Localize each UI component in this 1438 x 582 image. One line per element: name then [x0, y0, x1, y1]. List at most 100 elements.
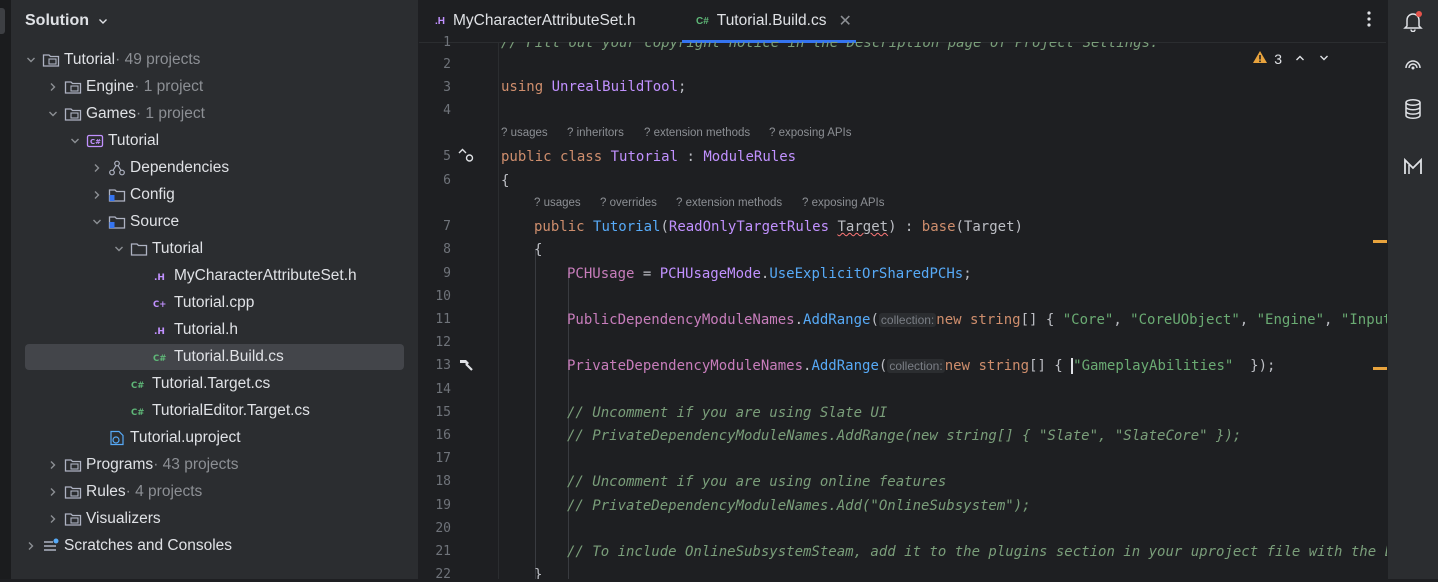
- line-number: 20: [435, 521, 451, 536]
- tab-label: Tutorial.Build.cs: [716, 12, 827, 29]
- tree-item-tutorial-h[interactable]: .H Tutorial.h: [11, 317, 418, 343]
- scratches-icon: [42, 537, 60, 555]
- indent-guide: [535, 250, 536, 579]
- chevron-right-icon[interactable]: [45, 79, 61, 95]
- tree-item-mycharacterattributeset-h[interactable]: .H MyCharacterAttributeSet.h: [11, 263, 418, 289]
- svg-text:.H: .H: [154, 327, 165, 337]
- code-vision-extension-methods[interactable]: ? extension methods: [644, 127, 750, 139]
- tree-item-label: Engine: [86, 78, 135, 95]
- tree-item-tutorial-cpp[interactable]: C+ Tutorial.cpp: [11, 290, 418, 316]
- line-gutter: 1 2 3 4 5 6 7 8 9 10 11 12 13 14 15 16 1…: [419, 35, 497, 582]
- tree-item-count: · 49 projects: [115, 51, 201, 68]
- tree-item-count: · 1 project: [135, 105, 205, 122]
- tool-strip-marker: [0, 8, 5, 34]
- solution-dropdown[interactable]: Solution: [11, 0, 418, 42]
- tab-tutorial-build-cs[interactable]: C# Tutorial.Build.cs ✕: [682, 0, 856, 43]
- solution-icon: [42, 51, 60, 69]
- implementations-gutter-icon[interactable]: [457, 146, 475, 169]
- tree-item-label: Tutorial: [64, 51, 116, 68]
- chevron-right-icon[interactable]: [45, 457, 61, 473]
- tree-item-tutorialeditor-target-cs[interactable]: C# TutorialEditor.Target.cs: [11, 398, 418, 424]
- csharp-project-icon: C#: [86, 132, 104, 150]
- code-vision-extension-methods[interactable]: ? extension methods: [676, 197, 782, 209]
- chevron-right-icon[interactable]: [23, 538, 39, 554]
- tree-item-label: Scratches and Consoles: [64, 537, 233, 554]
- tree-item-tutorial-build-cs[interactable]: C# Tutorial.Build.cs: [25, 344, 404, 370]
- line-number: 17: [435, 451, 451, 466]
- code-vision-overrides[interactable]: ? overrides: [600, 197, 657, 209]
- tree-item-source[interactable]: Source: [11, 209, 418, 235]
- chevron-down-icon[interactable]: [89, 214, 105, 230]
- warning-stripe-marker[interactable]: [1373, 240, 1387, 243]
- tree-item-tutorial-folder[interactable]: Tutorial: [11, 236, 418, 262]
- hammer-icon[interactable]: [457, 356, 475, 379]
- tree-item-tutorial-solution[interactable]: Tutorial · 49 projects: [11, 47, 418, 73]
- code-line-6: {: [501, 173, 510, 189]
- tree-item-dependencies[interactable]: Dependencies: [11, 155, 418, 181]
- code-vision-exposing-apis[interactable]: ? exposing APIs: [769, 127, 851, 139]
- tree-item-label: Games: [86, 105, 136, 122]
- tree-item-engine[interactable]: Engine · 1 project: [11, 74, 418, 100]
- warning-stripe-marker[interactable]: [1373, 367, 1387, 370]
- database-icon[interactable]: [1400, 96, 1426, 122]
- tree-item-config[interactable]: Config: [11, 182, 418, 208]
- tab-mycharacterattributeset-h[interactable]: .H MyCharacterAttributeSet.h: [435, 0, 636, 42]
- tree-item-tutorial-uproject[interactable]: Tutorial.uproject: [11, 425, 418, 451]
- code-line-8: {: [534, 242, 543, 258]
- tree-item-scratches-and-consoles[interactable]: Scratches and Consoles: [11, 533, 418, 559]
- chevron-down-icon[interactable]: [23, 52, 39, 68]
- line-number: 4: [443, 103, 451, 118]
- tree-item-label: Source: [130, 213, 180, 230]
- svg-text:C#: C#: [153, 354, 166, 364]
- code-vision-exposing-apis[interactable]: ? exposing APIs: [802, 197, 884, 209]
- chevron-down-icon[interactable]: [67, 133, 83, 149]
- tree-item-label: Tutorial.Target.cs: [152, 375, 271, 392]
- code-vision-usages[interactable]: ? usages: [501, 127, 548, 139]
- tree-item-rules[interactable]: Rules · 4 projects: [11, 479, 418, 505]
- code-line-3: using UnrealBuildTool;: [501, 79, 687, 95]
- code-line-13: PrivateDependencyModuleNames.AddRange(co…: [567, 358, 1276, 374]
- solution-title: Solution: [25, 12, 89, 29]
- close-icon[interactable]: ✕: [839, 11, 852, 31]
- tree-item-label: TutorialEditor.Target.cs: [152, 402, 310, 419]
- chevron-right-icon[interactable]: [89, 160, 105, 176]
- markdown-icon[interactable]: [1400, 154, 1426, 180]
- chevron-right-icon[interactable]: [89, 187, 105, 203]
- tree-item-programs[interactable]: Programs · 43 projects: [11, 452, 418, 478]
- folder-project-icon: [64, 78, 82, 96]
- csharp-file-icon: C#: [696, 15, 709, 27]
- line-number: 21: [435, 544, 451, 559]
- notifications-icon[interactable]: [1400, 8, 1426, 34]
- parameter-hint: collection:: [878, 313, 937, 327]
- inspection-widget[interactable]: 3: [1252, 50, 1330, 67]
- header-file-icon: .H: [435, 15, 445, 27]
- code-line-11: PublicDependencyModuleNames.AddRange(col…: [567, 312, 1387, 328]
- tree-item-games[interactable]: Games · 1 project: [11, 101, 418, 127]
- tree-item-count: · 1 project: [134, 78, 204, 95]
- cpp-file-icon: C+: [152, 294, 170, 312]
- chevron-right-icon[interactable]: [45, 484, 61, 500]
- tree-item-tutorial-project[interactable]: C# Tutorial: [11, 128, 418, 154]
- more-options-icon[interactable]: [1366, 10, 1372, 33]
- line-number: 11: [435, 312, 451, 327]
- line-number: 8: [443, 242, 451, 257]
- code-vision-usages[interactable]: ? usages: [534, 197, 581, 209]
- header-file-icon: .H: [152, 321, 170, 339]
- code-line-5: public class Tutorial : ModuleRules: [501, 149, 797, 165]
- solution-explorer: Solution Tutorial · 49 projects Engine ·…: [11, 0, 419, 579]
- code-area[interactable]: // Fill out your copyright notice in the…: [498, 42, 1387, 579]
- csharp-file-icon: C#: [130, 375, 148, 393]
- chevron-right-icon[interactable]: [45, 511, 61, 527]
- ai-assistant-icon[interactable]: [1400, 52, 1426, 78]
- header-file-icon: .H: [152, 267, 170, 285]
- tree-item-tutorial-target-cs[interactable]: C# Tutorial.Target.cs: [11, 371, 418, 397]
- line-number: 3: [443, 80, 451, 95]
- code-vision-inheritors[interactable]: ? inheritors: [567, 127, 624, 139]
- chevron-up-icon[interactable]: [1294, 51, 1306, 67]
- code-line-9: PCHUsage = PCHUsageMode.UseExplicitOrSha…: [567, 266, 972, 282]
- tree-item-label: Dependencies: [130, 159, 230, 176]
- tree-item-visualizers[interactable]: Visualizers: [11, 506, 418, 532]
- chevron-down-icon[interactable]: [111, 241, 127, 257]
- chevron-down-icon[interactable]: [1318, 51, 1330, 67]
- chevron-down-icon[interactable]: [45, 106, 61, 122]
